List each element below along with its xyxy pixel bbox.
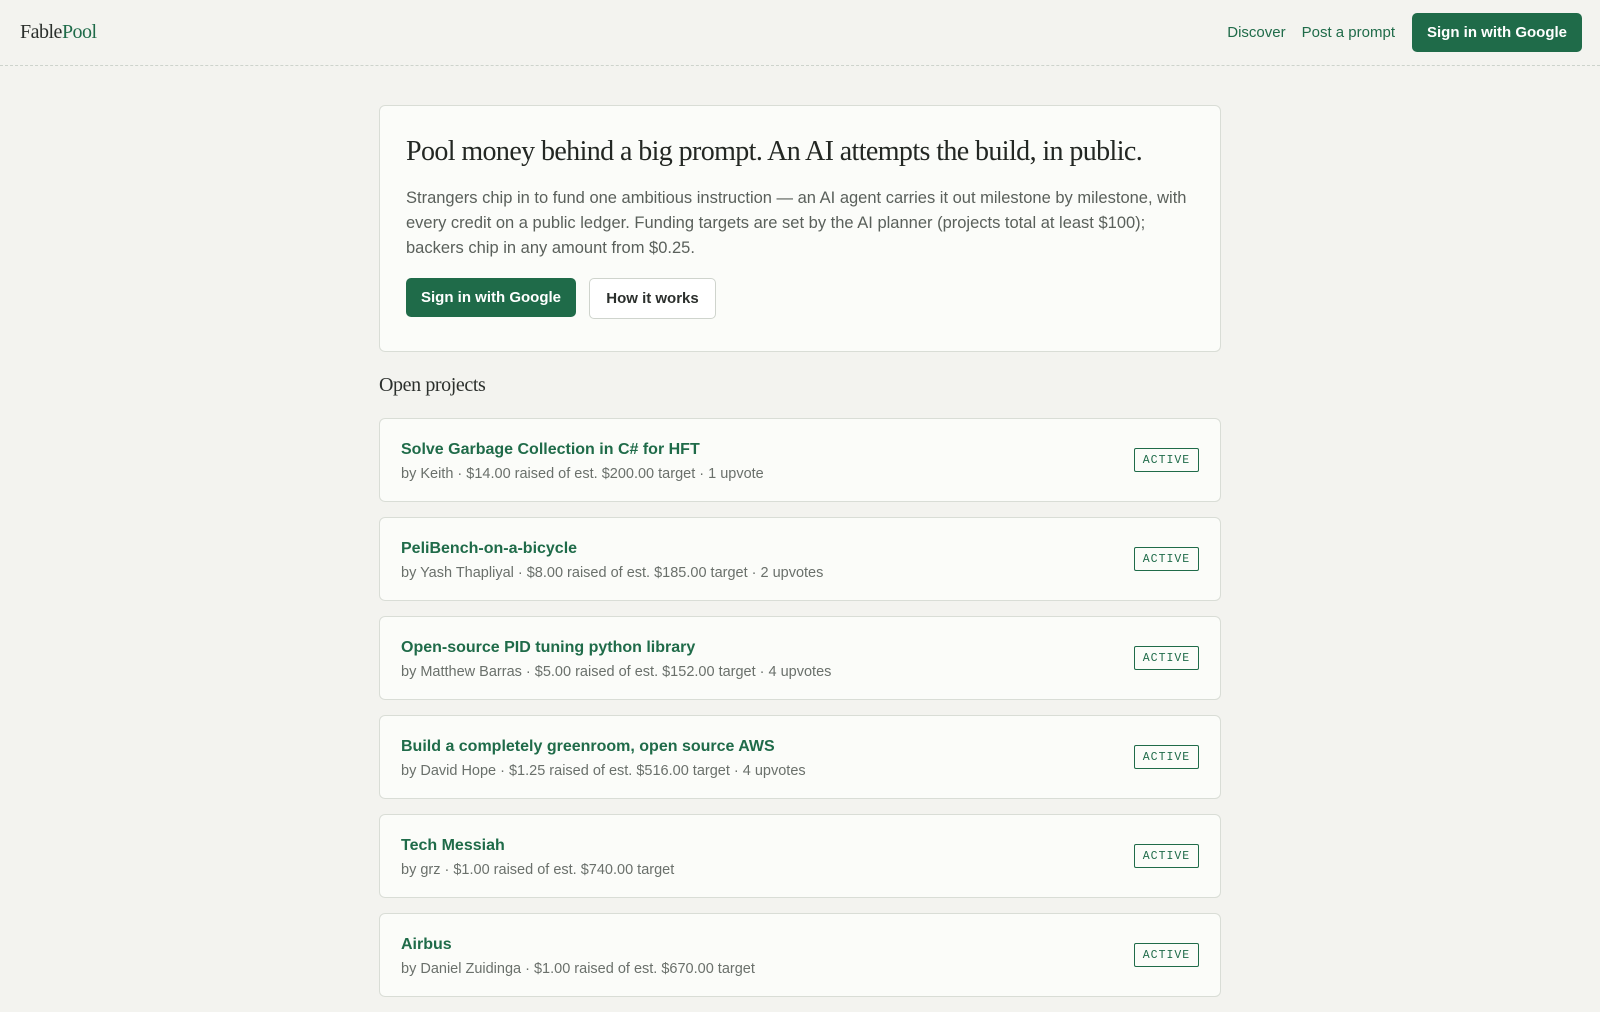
project-card: Build a completely greenroom, open sourc… xyxy=(379,715,1221,799)
status-badge: ACTIVE xyxy=(1134,547,1199,571)
project-title-link[interactable]: Build a completely greenroom, open sourc… xyxy=(401,738,806,756)
hero-title: Pool money behind a big prompt. An AI at… xyxy=(406,136,1143,167)
project-meta: by David Hope · $1.25 raised of est. $51… xyxy=(401,762,806,779)
status-badge: ACTIVE xyxy=(1134,745,1199,769)
main-content: Pool money behind a big prompt. An AI at… xyxy=(379,105,1221,1012)
hero-card: Pool money behind a big prompt. An AI at… xyxy=(379,105,1221,352)
project-info: PeliBench-on-a-bicycle by Yash Thapliyal… xyxy=(401,538,823,581)
project-meta: by Keith · $14.00 raised of est. $200.00… xyxy=(401,465,764,482)
project-meta: by Yash Thapliyal · $8.00 raised of est.… xyxy=(401,564,824,581)
project-info: Open-source PID tuning python library by… xyxy=(401,637,831,680)
nav-discover-link[interactable]: Discover xyxy=(1227,24,1285,41)
header-sign-in-button[interactable]: Sign in with Google xyxy=(1412,13,1582,52)
project-title-link[interactable]: PeliBench-on-a-bicycle xyxy=(401,540,823,558)
project-card: Tech Messiah by grz · $1.00 raised of es… xyxy=(379,814,1221,898)
top-bar: FablePool Discover Post a prompt Sign in… xyxy=(0,0,1600,66)
logo[interactable]: FablePool xyxy=(20,21,97,44)
project-meta: by grz · $1.00 raised of est. $740.00 ta… xyxy=(401,861,675,878)
project-meta: by Daniel Zuidinga · $1.00 raised of est… xyxy=(401,960,755,977)
project-card: Airbus by Daniel Zuidinga · $1.00 raised… xyxy=(379,913,1221,997)
main-nav: Discover Post a prompt Sign in with Goog… xyxy=(1227,13,1582,52)
status-badge: ACTIVE xyxy=(1134,448,1199,472)
project-card: Open-source PID tuning python library by… xyxy=(379,616,1221,700)
hero-description: Strangers chip in to fund one ambitious … xyxy=(406,189,1187,257)
project-title-link[interactable]: Open-source PID tuning python library xyxy=(401,639,831,657)
how-it-works-button[interactable]: How it works xyxy=(589,278,716,319)
logo-part-fable: Fable xyxy=(20,21,62,43)
hero-sign-in-button[interactable]: Sign in with Google xyxy=(406,278,576,317)
project-card: PeliBench-on-a-bicycle by Yash Thapliyal… xyxy=(379,517,1221,601)
project-title-link[interactable]: Tech Messiah xyxy=(401,837,674,855)
project-title-link[interactable]: Airbus xyxy=(401,936,755,954)
project-card: Solve Garbage Collection in C# for HFT b… xyxy=(379,418,1221,502)
status-badge: ACTIVE xyxy=(1134,943,1199,967)
project-title-link[interactable]: Solve Garbage Collection in C# for HFT xyxy=(401,441,764,459)
logo-part-pool: Pool xyxy=(61,21,97,43)
project-info: Solve Garbage Collection in C# for HFT b… xyxy=(401,439,764,482)
project-info: Build a completely greenroom, open sourc… xyxy=(401,736,806,779)
open-projects-heading: Open projects xyxy=(379,374,486,396)
project-list: Solve Garbage Collection in C# for HFT b… xyxy=(379,418,1221,997)
project-meta: by Matthew Barras · $5.00 raised of est.… xyxy=(401,663,832,680)
status-badge: ACTIVE xyxy=(1134,844,1199,868)
nav-post-prompt-link[interactable]: Post a prompt xyxy=(1302,24,1395,41)
project-info: Airbus by Daniel Zuidinga · $1.00 raised… xyxy=(401,934,755,977)
status-badge: ACTIVE xyxy=(1134,646,1199,670)
project-info: Tech Messiah by grz · $1.00 raised of es… xyxy=(401,835,674,878)
hero-actions: Sign in with Google How it works xyxy=(406,278,1194,319)
